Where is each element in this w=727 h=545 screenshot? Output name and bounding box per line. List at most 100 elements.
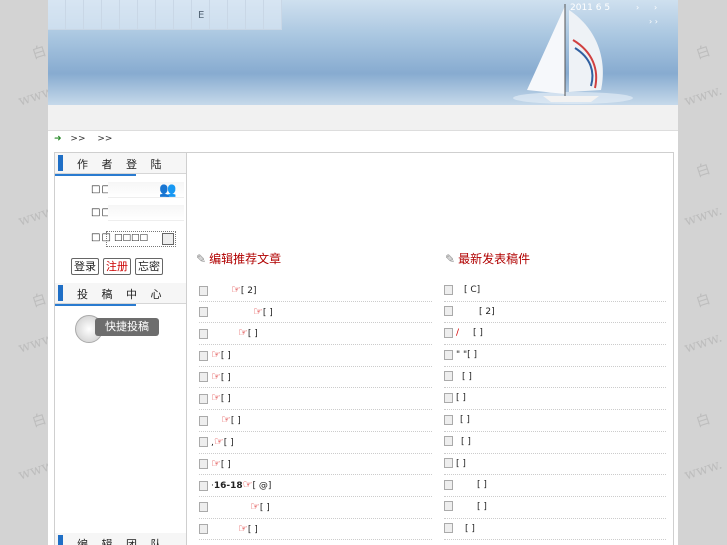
document-icon [444, 392, 453, 403]
submission-text: [ ] [460, 415, 470, 426]
watermark: 白 [30, 411, 49, 431]
article-item[interactable]: ,☞[ ] [199, 432, 432, 454]
section-underline [55, 304, 136, 306]
document-icon [199, 393, 208, 404]
watermark: www. [682, 82, 725, 110]
login-button[interactable]: 登录 [71, 258, 99, 275]
banner-cell [120, 0, 138, 30]
hand-pointer-icon: ☞ [238, 521, 248, 535]
watermark: 白 [30, 291, 49, 311]
team-section-title: 编 辑 团 队 [77, 538, 167, 545]
article-item[interactable]: ☞[ ] [199, 345, 432, 367]
document-icon [199, 307, 208, 318]
article-item[interactable]: ☞[ ] [199, 367, 432, 389]
recommended-title: 编辑推荐文章 [209, 252, 282, 266]
register-button[interactable]: 注册 [103, 258, 131, 275]
hand-pointer-icon: ☞ [238, 326, 248, 340]
submission-mark: / [456, 328, 460, 339]
article-item[interactable]: ☞[ ] [199, 302, 432, 324]
watermark: 白 [30, 43, 49, 63]
submission-item[interactable]: [ ] [444, 519, 666, 541]
article-bold: 16-18 [213, 481, 243, 492]
submission-item[interactable]: [ ] [444, 410, 666, 432]
latest-title: 最新发表稿件 [458, 252, 531, 266]
watermark: www. [682, 456, 725, 484]
quick-submit-button[interactable]: 快捷投稿 [75, 315, 162, 343]
section-marker [58, 155, 63, 171]
submission-item[interactable]: [ ] [444, 388, 666, 411]
banner-nav-arrow[interactable]: › [654, 3, 657, 12]
document-icon [444, 371, 453, 382]
document-icon [199, 350, 208, 361]
banner-cell [228, 0, 246, 30]
submission-text: [ ] [465, 523, 475, 534]
latest-list: [ C] [ 2] / [ ] " "[ ] [ ] [ ] [ ] [ ] [ ] [ ] [ ] [… [444, 280, 666, 541]
submission-item[interactable]: [ 2] [444, 302, 666, 324]
section-underline [55, 174, 136, 176]
submission-item[interactable]: [ ] [444, 367, 666, 389]
document-icon [444, 306, 453, 317]
banner-nav-arrow[interactable]: › [636, 3, 639, 12]
forgot-password-button[interactable]: 忘密 [135, 258, 163, 275]
submission-item[interactable]: [ ] [444, 432, 666, 454]
submission-text: [ C] [464, 285, 481, 295]
document-icon [444, 458, 453, 468]
article-count: [ ] [247, 329, 258, 340]
hand-pointer-icon: ☞ [211, 456, 221, 470]
submission-item[interactable]: [ ] [444, 454, 666, 476]
article-item[interactable]: ☞[ ] [199, 497, 432, 519]
password-input[interactable] [108, 205, 184, 221]
section-marker [58, 285, 63, 301]
hand-pointer-icon: ☞ [221, 413, 231, 427]
banner-cell [84, 0, 102, 30]
banner-cell [174, 0, 192, 30]
banner-letter: E [198, 10, 205, 21]
document-icon [444, 479, 453, 490]
user-type-select[interactable]: □□□□ [106, 231, 176, 247]
submission-text: [ ] [477, 480, 487, 491]
banner-cell [138, 0, 156, 30]
watermark: 白 [694, 161, 713, 181]
main-content: ✎ 编辑推荐文章 ✎ 最新发表稿件 ☞[ 2] ☞[ ] ☞[ ] ☞[ ] ☞[ ] ☞[ … [186, 152, 674, 545]
banner-grid [48, 0, 282, 30]
submission-item[interactable]: / [ ] [444, 323, 666, 346]
banner-date: 2011 6 5 [570, 3, 611, 13]
hand-pointer-icon: ☞ [231, 283, 241, 296]
arrow-icon: ➜ [54, 134, 62, 144]
user-type-value: □□□□ [114, 233, 149, 243]
submission-item[interactable]: [ ] [444, 475, 666, 497]
banner-nav-arrow[interactable]: › › [649, 17, 658, 26]
team-section-header: 编 辑 团 队 [55, 533, 186, 545]
login-section-header: 作 者 登 陆 [55, 153, 186, 176]
article-item[interactable]: ☞[ ] [199, 410, 432, 432]
submission-item[interactable]: [ C] [444, 280, 666, 302]
hand-pointer-icon: ☞ [253, 304, 263, 318]
breadcrumb-separator: >> [97, 134, 113, 144]
article-item[interactable]: ☞[ ] [199, 388, 432, 411]
document-icon [444, 501, 453, 512]
pencil-icon: ✎ [445, 252, 456, 266]
submit-section-title: 投 稿 中 心 [77, 288, 167, 301]
document-icon [444, 284, 453, 295]
submission-item[interactable]: " "[ ] [444, 345, 666, 367]
article-count: [ ] [230, 416, 241, 427]
article-count: [ ] [220, 351, 231, 362]
banner-cell [210, 0, 228, 30]
login-section-title: 作 者 登 陆 [77, 158, 167, 171]
article-count: [ ] [223, 437, 234, 448]
article-item[interactable]: ·16-18☞[ @] [199, 475, 432, 497]
watermark: www. [682, 202, 725, 230]
sidebar: 作 者 登 陆 □□ 👥 □□ □□ □□□□ 登录 注册 忘密 投 稿 中 心 [54, 152, 187, 545]
menu-strip [48, 105, 678, 131]
article-item[interactable]: ☞[ ] [199, 323, 432, 346]
article-item[interactable]: ☞[ ] [199, 519, 432, 541]
document-icon [444, 349, 453, 360]
submission-item[interactable]: [ ] [444, 497, 666, 519]
submission-text: [ ] [456, 393, 466, 404]
article-item[interactable]: ☞[ ] [199, 454, 432, 476]
section-marker [58, 535, 63, 545]
document-icon [199, 459, 208, 469]
article-item[interactable]: ☞[ 2] [199, 280, 432, 302]
document-icon [199, 502, 208, 513]
hand-pointer-icon: ☞ [211, 391, 221, 405]
